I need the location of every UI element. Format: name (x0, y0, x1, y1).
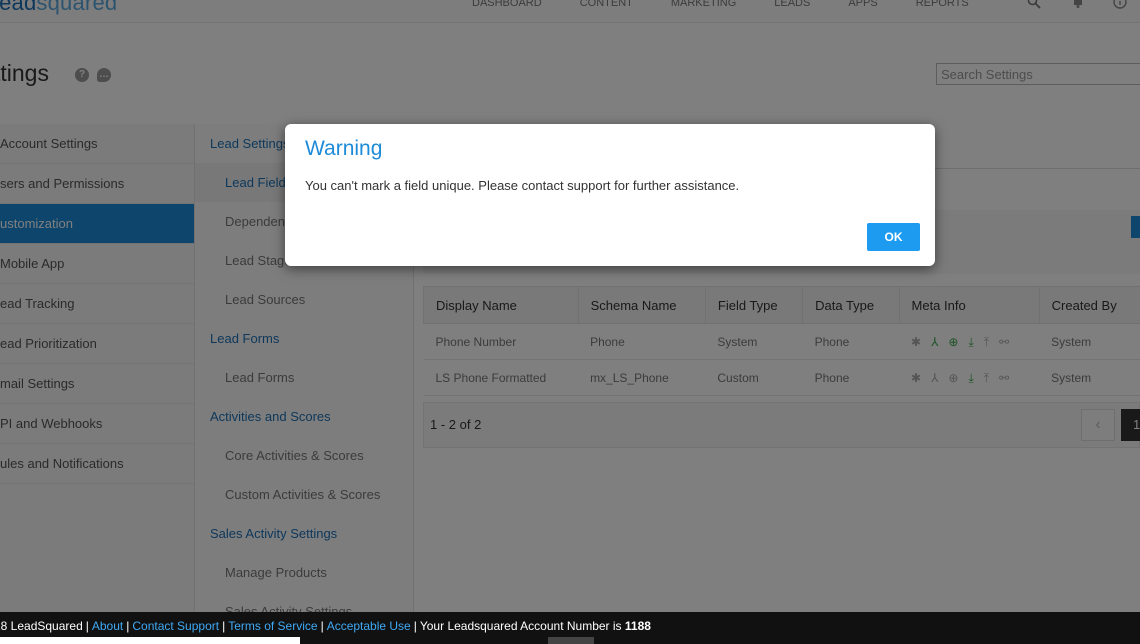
footer-link-contact-support[interactable]: Contact Support (132, 619, 219, 633)
footer-scroll-strip (0, 637, 300, 644)
footer-copyright: 18 LeadSquared (0, 619, 83, 633)
footer-account-label: Your Leadsquared Account Number is (419, 619, 622, 633)
footer-link-acceptable-use[interactable]: Acceptable Use (327, 619, 411, 633)
dialog-title: Warning (305, 137, 383, 160)
footer-account-number: 1188 (624, 619, 651, 633)
page-footer: 18 LeadSquared | About | Contact Support | Ter… (0, 612, 1140, 644)
footer-link-terms[interactable]: Terms of Service (228, 619, 317, 633)
ok-button[interactable]: OK (867, 223, 920, 251)
modal-backdrop[interactable] (0, 0, 1140, 612)
dialog-message: You can't mark a field unique. Please co… (305, 178, 740, 193)
footer-link-about[interactable]: About (92, 619, 123, 633)
footer-scroll-thumb[interactable] (548, 637, 594, 644)
footer-links: 18 LeadSquared | About | Contact Support | Ter… (0, 619, 651, 633)
app-background: leadsquared DASHBOARD CONTENT MARKETING … (0, 0, 1140, 644)
warning-dialog: Warning You can't mark a field unique. P… (285, 124, 935, 266)
